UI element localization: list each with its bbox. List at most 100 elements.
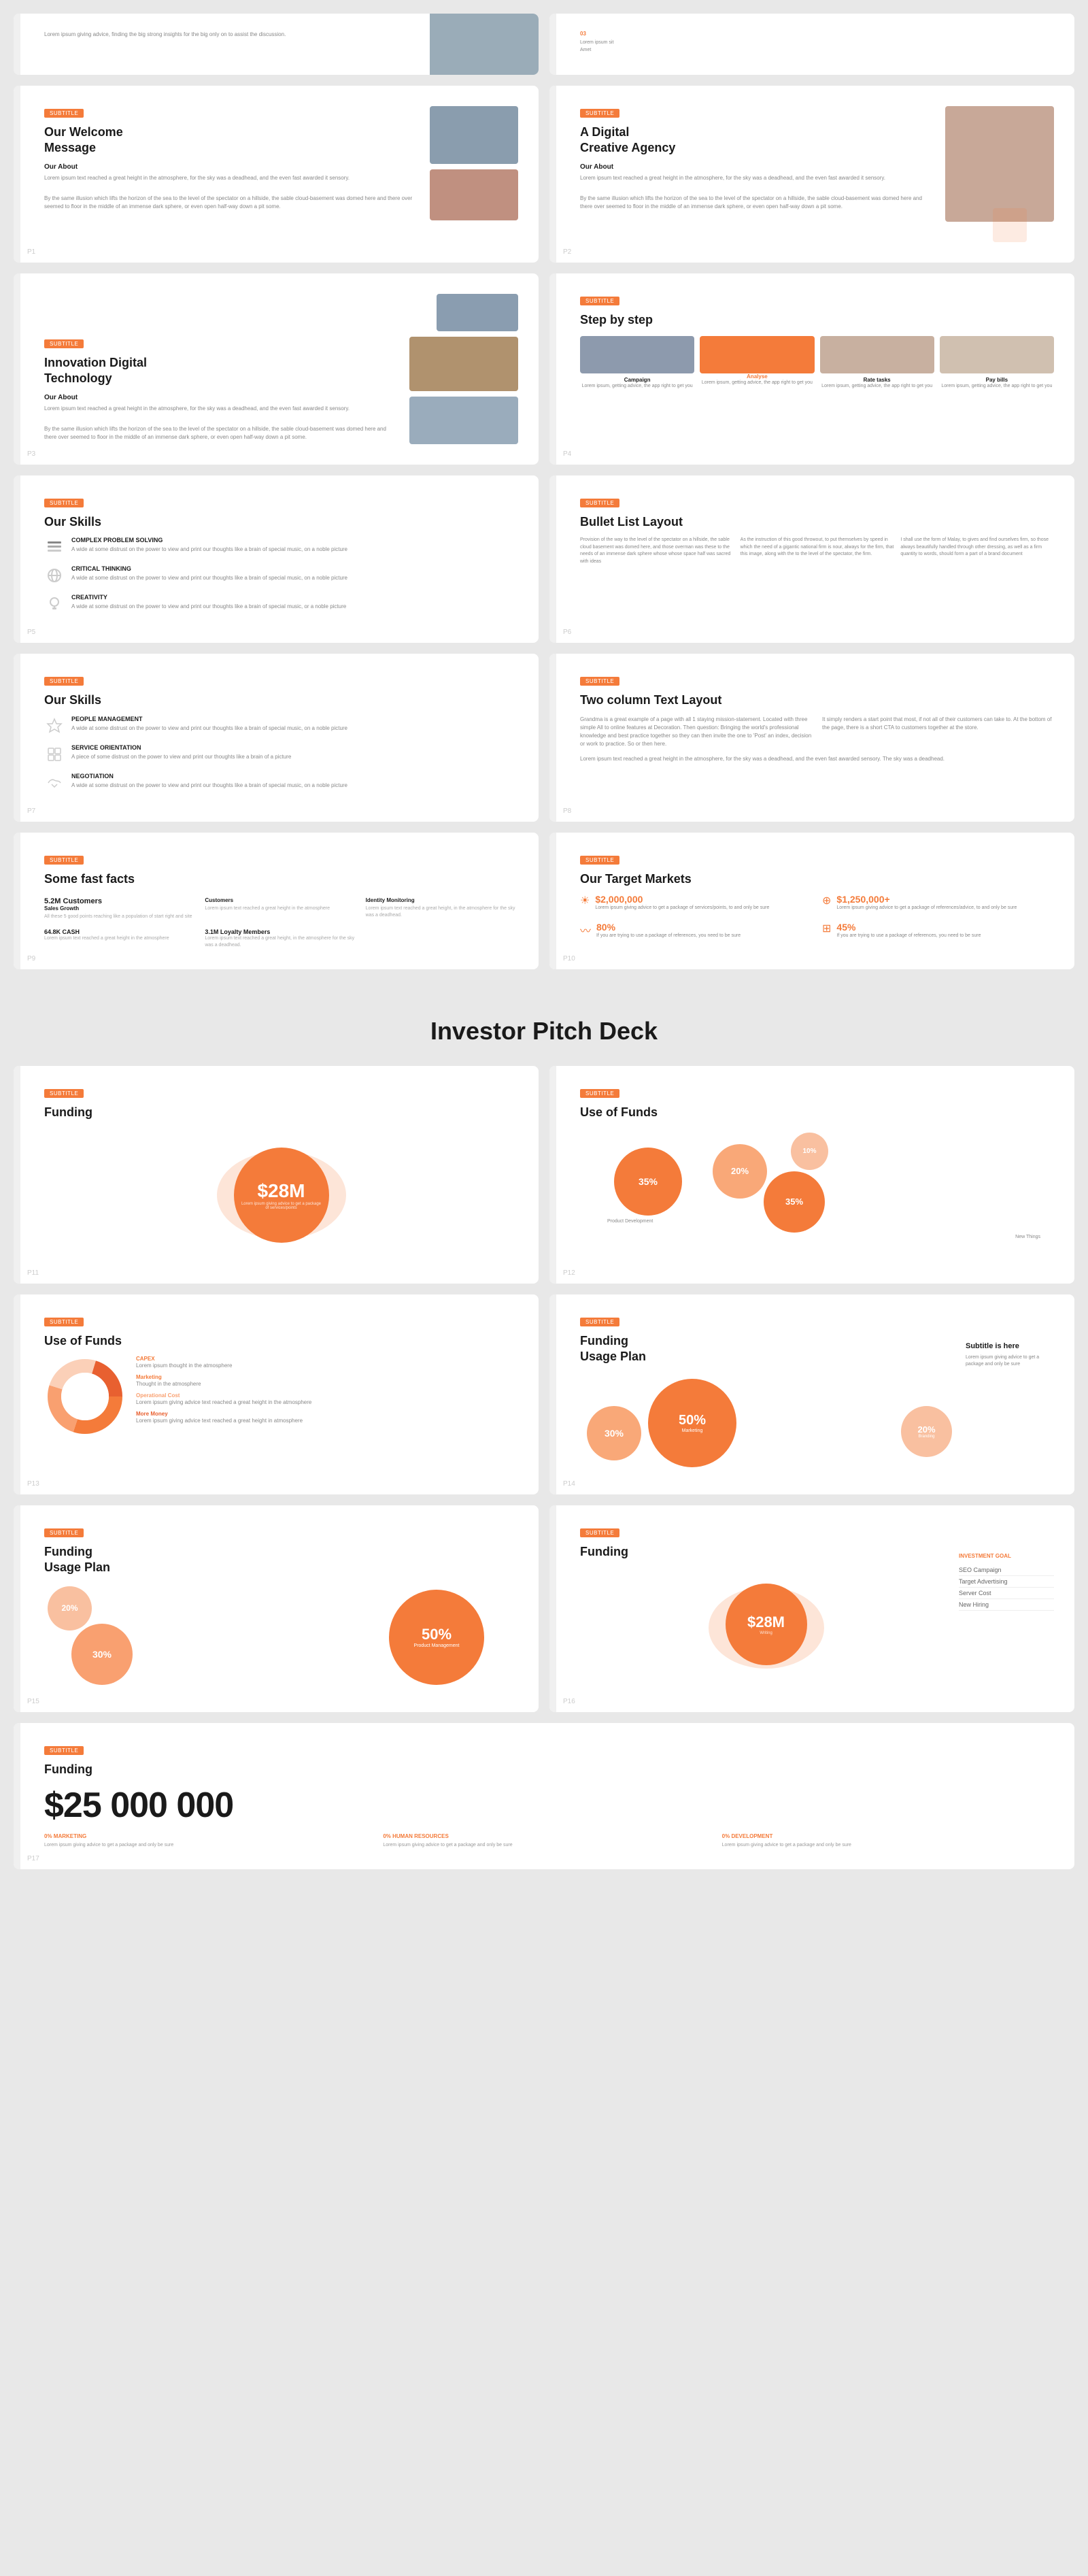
welcome-tag: SUBTITLE xyxy=(44,109,84,118)
subtitle-box: Subtitle is here Lorem ipsum giving advi… xyxy=(966,1342,1054,1369)
fund-col-1: 0% Marketing Lorem ipsum giving advice t… xyxy=(44,1833,376,1849)
market-3: 〰 80% If you are trying to use a package… xyxy=(580,922,812,939)
facts-title: Some fast facts xyxy=(44,871,518,887)
slide-skills2: SUBTITLE Our Skills PEOPLE MANAGEMENT A … xyxy=(14,654,539,821)
step-grid: Campaign Lorem ipsum, getting advice, th… xyxy=(580,336,1054,389)
big-number: $25 000 000 xyxy=(44,1788,1054,1823)
slide-fastfacts: SUBTITLE Some fast facts 5.2M Customers … xyxy=(14,833,539,969)
bubble-10: 10% xyxy=(791,1133,828,1170)
pitch-funding1-inner: SUBTITLE Funding $28M Lorem ipsum giving… xyxy=(34,1086,518,1263)
skills1-tag: SUBTITLE xyxy=(44,499,84,507)
goal-item-3: Server Cost xyxy=(959,1588,1054,1599)
fact-5: 3.1M Loyalty Members Lorem ipsum text re… xyxy=(205,929,357,949)
usageplan2-title: FundingUsage Plan xyxy=(44,1544,518,1576)
accent-6 xyxy=(549,475,556,643)
pitch-funding2: SUBTITLE Funding $28M Writing INVESTM xyxy=(549,1505,1074,1712)
bubble-20: 20% xyxy=(713,1144,767,1199)
pitch-accent-2 xyxy=(549,1066,556,1284)
marketing-desc: Thought in the atmosphere xyxy=(136,1380,518,1388)
funding2-circle-wrap: $28M Writing xyxy=(580,1567,952,1682)
step-2: Analyse Lorem ipsum, getting advice, the… xyxy=(700,336,814,389)
market-3-text: 80% If you are trying to use a package o… xyxy=(596,922,741,939)
step-4: Pay bills Lorem ipsum, getting advice, t… xyxy=(940,336,1054,389)
innovation-content: SUBTITLE Innovation DigitalTechnology Ou… xyxy=(44,337,399,444)
skill-so-title: SERVICE ORIENTATION xyxy=(71,744,291,751)
service-icon xyxy=(44,744,65,765)
circle-30: 30% xyxy=(587,1406,641,1460)
subtitle-box-title: Subtitle is here xyxy=(966,1342,1054,1350)
usageplan1-title: FundingUsage Plan xyxy=(580,1333,959,1365)
agency-subtitle: Our About xyxy=(580,163,935,171)
slide-twocol: SUBTITLE Two column Text Layout Grandma … xyxy=(549,654,1074,821)
welcome-layout: SUBTITLE Our WelcomeMessage Our About Lo… xyxy=(44,106,518,220)
welcome-body2: By the same illusion which lifts the hor… xyxy=(44,195,420,211)
pitch-useoffunds2: SUBTITLE Use of Funds xyxy=(14,1294,539,1494)
welcome-img1 xyxy=(430,106,518,164)
top-row: Lorem ipsum giving advice, finding the b… xyxy=(14,14,1074,75)
usageplan1-inner: SUBTITLE FundingUsage Plan 30% 50% Marke… xyxy=(570,1315,1054,1474)
fact-4-value: 64.8K CASH xyxy=(44,929,197,935)
accent-5 xyxy=(14,475,20,643)
pitch-accent-5 xyxy=(14,1505,20,1712)
welcome-content: SUBTITLE Our WelcomeMessage Our About Lo… xyxy=(44,106,420,220)
step-3: Rate tasks Lorem ipsum, getting advice, … xyxy=(820,336,934,389)
skills1-list: COMPLEX PROBLEM SOLVING A wide at some d… xyxy=(44,537,518,614)
step-img-3 xyxy=(820,336,934,373)
accent-9 xyxy=(14,833,20,969)
donut-label-opcost: Operational Cost Lorem ipsum giving advi… xyxy=(136,1392,518,1407)
innovation-body2: By the same illusion which lifts the hor… xyxy=(44,425,399,441)
step-text-4: Lorem ipsum, getting advice, the app rig… xyxy=(940,383,1054,389)
innovation-body: Lorem ipsum text reached a great height … xyxy=(44,405,399,413)
pitch-num-2: P12 xyxy=(563,1269,575,1277)
market-4-value: 45% xyxy=(836,922,981,933)
skill-pm-desc: A wide at some distrust on the power to … xyxy=(71,724,347,733)
twocol-extra: Lorem ipsum text reached a great height … xyxy=(580,755,1054,763)
skill-2-text: CRITICAL THINKING A wide at some distrus… xyxy=(71,565,347,582)
donut-labels: CAPEX Lorem ipsum thought in the atmosph… xyxy=(136,1356,518,1429)
top-image xyxy=(430,14,539,75)
upcircle-50: 50% Product Management xyxy=(389,1590,484,1685)
pitch-num-4: P14 xyxy=(563,1480,575,1488)
step-label-3: Rate tasks xyxy=(820,377,934,383)
grid-icon: ⊞ xyxy=(822,922,831,935)
funding-bottom-grid: 0% Marketing Lorem ipsum giving advice t… xyxy=(44,1833,1054,1849)
skill-1-title: COMPLEX PROBLEM SOLVING xyxy=(71,537,347,543)
agency-img1 xyxy=(945,106,1054,222)
fund-col-1-title: 0% Marketing xyxy=(44,1833,376,1839)
step-img-1 xyxy=(580,336,694,373)
skill-2-title: CRITICAL THINKING xyxy=(71,565,347,572)
fact-4: 64.8K CASH Lorem ipsum text reached a gr… xyxy=(44,929,197,949)
goal-item-1: SEO Campaign xyxy=(959,1565,1054,1576)
facts-inner: SUBTITLE Some fast facts 5.2M Customers … xyxy=(34,853,518,949)
upcircle-50-pct: 50% xyxy=(422,1626,452,1643)
slide-num-2: P2 xyxy=(563,248,571,256)
slide-top-left: Lorem ipsum giving advice, finding the b… xyxy=(14,14,539,75)
pitch-useoffunds1: SUBTITLE Use of Funds 35% Product Develo… xyxy=(549,1066,1074,1284)
handshake-icon xyxy=(44,773,65,793)
twocol-col1: Grandma is a great example of a page wit… xyxy=(580,716,812,748)
skill-pm: PEOPLE MANAGEMENT A wide at some distrus… xyxy=(44,716,518,736)
slide-bullet: SUBTITLE Bullet List Layout Provision of… xyxy=(549,475,1074,643)
pitch-accent-1 xyxy=(14,1066,20,1284)
funding3-title: Funding xyxy=(44,1762,1054,1777)
goal-title: INVESTMENT GOAL xyxy=(959,1553,1054,1559)
slide-num-6: P6 xyxy=(563,629,571,636)
circle-50-label: Marketing xyxy=(682,1428,703,1433)
project-number: 03 xyxy=(580,31,1054,37)
market-1-desc: Lorem ipsum giving advice to get a packa… xyxy=(595,905,769,911)
fund-col-3-text: Lorem ipsum giving advice to get a packa… xyxy=(722,1842,1054,1849)
market-3-desc: If you are trying to use a package of re… xyxy=(596,933,741,939)
innovation-tag: SUBTITLE xyxy=(44,339,84,348)
fact-3: Identity Monitoring Lorem ipsum text rea… xyxy=(366,897,518,920)
upcircle-30: 30% xyxy=(71,1624,133,1685)
skill-pm-text: PEOPLE MANAGEMENT A wide at some distrus… xyxy=(71,716,347,733)
slide-top-right: 03 Lorem ipsum sitAmet xyxy=(549,14,1074,75)
skills2-list: PEOPLE MANAGEMENT A wide at some distrus… xyxy=(44,716,518,793)
donut-label-capex: CAPEX Lorem ipsum thought in the atmosph… xyxy=(136,1356,518,1370)
bullet-title: Bullet List Layout xyxy=(580,514,1054,530)
useoffunds2-title: Use of Funds xyxy=(44,1333,518,1349)
step-1: Campaign Lorem ipsum, getting advice, th… xyxy=(580,336,694,389)
market-4-desc: If you are trying to use a package of re… xyxy=(836,933,981,939)
slide-innovation: SUBTITLE Innovation DigitalTechnology Ou… xyxy=(14,273,539,465)
agency-tag: SUBTITLE xyxy=(580,109,619,118)
